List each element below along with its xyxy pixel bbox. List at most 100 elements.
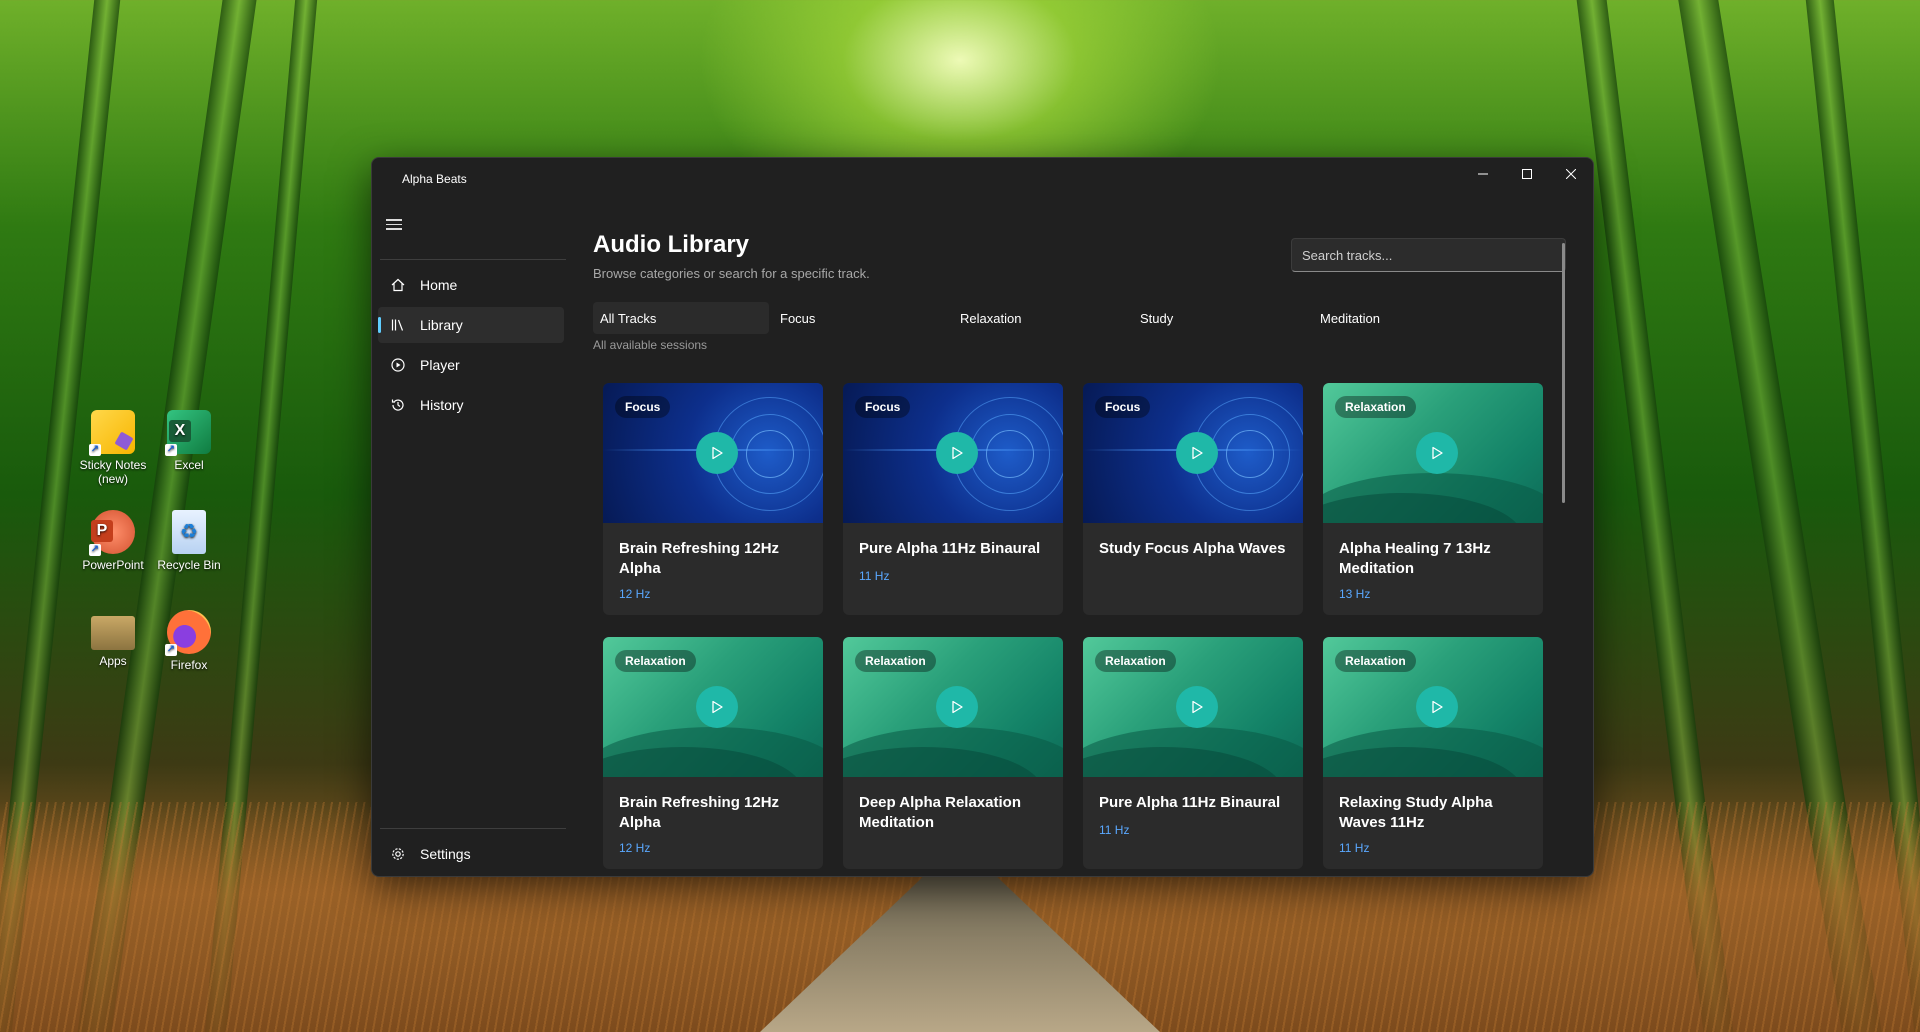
track-card[interactable]: Relaxation Alpha Healing 7 13Hz Meditati… — [1323, 383, 1543, 615]
track-name: Study Focus Alpha Waves — [1099, 540, 1286, 557]
gear-icon — [390, 846, 406, 862]
sidebar-item-label: Settings — [420, 846, 471, 862]
track-card[interactable]: Relaxation Relaxing Study Alpha Waves 11… — [1323, 637, 1543, 869]
close-button[interactable] — [1549, 158, 1593, 190]
track-name: Relaxing Study Alpha Waves 11Hz — [1339, 794, 1493, 831]
close-icon — [1566, 169, 1576, 179]
desktop-icon-firefox[interactable]: ↗ Firefox — [151, 610, 227, 672]
tab-description: All available sessions — [593, 338, 708, 352]
tab-relaxation[interactable]: Relaxation — [953, 302, 1129, 334]
track-thumbnail: Relaxation — [603, 637, 823, 777]
track-card[interactable]: Relaxation Brain Refreshing 12Hz Alpha 1… — [603, 637, 823, 869]
category-badge: Relaxation — [615, 650, 696, 672]
active-indicator — [378, 317, 381, 333]
sidebar-item-settings[interactable]: Settings — [378, 836, 564, 872]
track-frequency: 12 Hz — [619, 841, 651, 855]
powerpoint-icon: P ↗ — [89, 510, 135, 556]
desktop-icon-label: Recycle Bin — [157, 558, 221, 572]
sidebar-item-player[interactable]: Player — [378, 347, 564, 383]
track-frequency: 11 Hz — [859, 569, 890, 583]
play-button[interactable] — [936, 432, 978, 474]
track-thumbnail: Focus — [843, 383, 1063, 523]
sidebar-item-history[interactable]: History — [378, 387, 564, 423]
maximize-icon — [1522, 169, 1532, 179]
track-thumbnail: Relaxation — [1323, 383, 1543, 523]
track-card[interactable]: Relaxation Deep Alpha Relaxation Meditat… — [843, 637, 1063, 869]
category-badge: Relaxation — [1335, 396, 1416, 418]
track-card[interactable]: Focus Brain Refreshing 12Hz Alpha 12 Hz — [603, 383, 823, 615]
track-name: Alpha Healing 7 13Hz Meditation — [1339, 540, 1491, 577]
sidebar-item-library[interactable]: Library — [378, 307, 564, 343]
desktop-icon-label: Excel — [174, 458, 204, 472]
sidebar-top-divider — [380, 259, 566, 260]
play-icon — [712, 446, 723, 460]
minimize-button[interactable] — [1461, 158, 1505, 190]
play-icon — [1432, 700, 1443, 714]
play-button[interactable] — [696, 432, 738, 474]
track-thumbnail: Focus — [603, 383, 823, 523]
track-frequency: 12 Hz — [619, 587, 651, 601]
page-subtitle: Browse categories or search for a specif… — [593, 266, 870, 281]
play-button[interactable] — [1416, 432, 1458, 474]
excel-icon: X ↗ — [165, 410, 211, 456]
track-name: Pure Alpha 11Hz Binaural — [1099, 794, 1281, 811]
play-icon — [1432, 446, 1443, 460]
desktop-icon-excel[interactable]: X ↗ Excel — [151, 410, 227, 472]
minimize-icon — [1478, 173, 1488, 175]
category-badge: Focus — [615, 396, 671, 418]
desktop-icon-label: Sticky Notes (new) — [79, 458, 147, 486]
title-bar[interactable]: Alpha Beats — [372, 158, 1593, 198]
scrollbar[interactable] — [1562, 243, 1565, 503]
track-card[interactable]: Focus Study Focus Alpha Waves — [1083, 383, 1303, 615]
tab-meditation[interactable]: Meditation — [1313, 302, 1489, 334]
tab-study[interactable]: Study — [1133, 302, 1309, 334]
track-name: Brain Refreshing 12Hz Alpha — [619, 794, 780, 831]
play-icon — [1192, 700, 1203, 714]
sidebar-item-label: Library — [420, 317, 463, 333]
desktop-icon-powerpoint[interactable]: P ↗ PowerPoint — [75, 510, 151, 572]
track-name: Deep Alpha Relaxation Meditation — [859, 794, 1021, 831]
desktop-icon-label: Apps — [99, 654, 127, 668]
play-button[interactable] — [936, 686, 978, 728]
tab-focus[interactable]: Focus — [773, 302, 949, 334]
track-thumbnail: Relaxation — [1083, 637, 1303, 777]
desktop-icon-apps[interactable]: Apps — [75, 610, 151, 668]
track-frequency: 11 Hz — [1339, 841, 1370, 855]
play-icon — [712, 700, 723, 714]
category-badge: Relaxation — [1095, 650, 1176, 672]
track-card[interactable]: Focus Pure Alpha 11Hz Binaural 11 Hz — [843, 383, 1063, 615]
desktop-icon-recycle-bin[interactable]: ♻ Recycle Bin — [151, 510, 227, 572]
category-badge: Focus — [1095, 396, 1151, 418]
tab-label: All Tracks — [600, 310, 657, 326]
history-icon — [390, 397, 406, 413]
play-icon — [952, 446, 963, 460]
sidebar-item-label: Player — [420, 357, 460, 373]
play-icon — [1192, 446, 1203, 460]
category-badge: Relaxation — [1335, 650, 1416, 672]
sidebar-bottom-divider — [380, 828, 566, 829]
page-title: Audio Library — [593, 231, 750, 258]
home-icon — [390, 277, 406, 293]
hamburger-menu-button[interactable] — [386, 216, 402, 232]
sidebar-item-label: Home — [420, 277, 458, 293]
folder-icon — [91, 616, 135, 650]
track-thumbnail: Relaxation — [1323, 637, 1543, 777]
tab-label: Meditation — [1320, 310, 1380, 326]
track-frequency: 11 Hz — [1099, 823, 1130, 837]
category-badge: Relaxation — [855, 650, 936, 672]
play-button[interactable] — [1176, 686, 1218, 728]
desktop-icon-sticky-notes[interactable]: ↗ Sticky Notes (new) — [75, 410, 151, 486]
play-button[interactable] — [1176, 432, 1218, 474]
desktop-icon-label: Firefox — [170, 658, 208, 672]
play-button[interactable] — [696, 686, 738, 728]
tab-label: Relaxation — [960, 310, 1022, 326]
sidebar-item-home[interactable]: Home — [378, 267, 564, 303]
track-card[interactable]: Relaxation Pure Alpha 11Hz Binaural 11 H… — [1083, 637, 1303, 869]
search-input[interactable] — [1291, 238, 1566, 272]
library-icon — [390, 317, 406, 333]
maximize-button[interactable] — [1505, 158, 1549, 190]
category-badge: Focus — [855, 396, 911, 418]
play-button[interactable] — [1416, 686, 1458, 728]
track-name: Brain Refreshing 12Hz Alpha — [619, 540, 780, 577]
tab-all-tracks[interactable]: All Tracks — [593, 302, 769, 334]
